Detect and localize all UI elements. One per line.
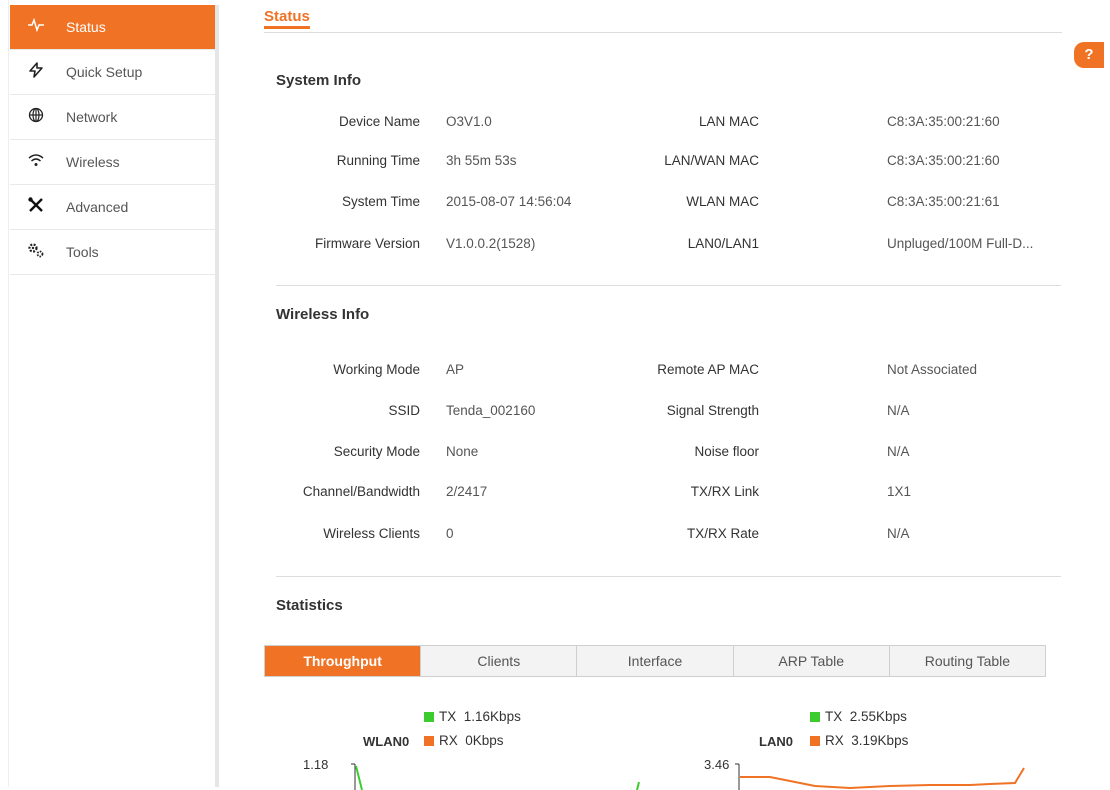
lan-wan-mac-value: C8:3A:35:00:21:60 [887, 153, 1000, 168]
rx-swatch [424, 736, 434, 746]
running-time-value: 3h 55m 53s [446, 153, 517, 168]
firmware-version-label: Firmware Version [314, 236, 420, 251]
title-divider [264, 32, 1062, 33]
sidebar-item-label: Quick Setup [66, 64, 143, 80]
remote-ap-mac-label: Remote AP MAC [657, 362, 759, 377]
sidebar-item-tools[interactable]: Tools [10, 230, 215, 275]
rx-label: RX [825, 733, 844, 748]
working-mode-value: AP [446, 362, 465, 377]
device-name-label: Device Name [338, 114, 420, 129]
security-mode-value: None [446, 444, 479, 459]
pulse-icon [26, 17, 46, 36]
bolt-icon [26, 62, 46, 82]
tx-rx-rate-value: N/A [887, 526, 910, 541]
wireless-info-title: Wireless Info [276, 306, 370, 323]
remote-ap-mac-value: Not Associated [887, 362, 978, 377]
device-name-value: O3V1.0 [446, 114, 492, 129]
wireless-clients-value: 0 [446, 526, 454, 541]
sidebar-item-label: Status [66, 19, 106, 35]
lan-mac-value: C8:3A:35:00:21:60 [887, 114, 1000, 129]
wlan-chart-name: WLAN0 [363, 734, 410, 749]
wireless-clients-label: Wireless Clients [323, 526, 420, 541]
tab-arp-table[interactable]: ARP Table [734, 646, 890, 676]
tx-rx-link-value: 1X1 [887, 484, 912, 499]
wlan-rx-legend: RX 0Kbps [424, 733, 504, 748]
running-time-label: Running Time [336, 153, 420, 168]
sidebar-item-label: Advanced [66, 199, 129, 215]
channel-bandwidth-value: 2/2417 [446, 484, 488, 499]
tools-icon [26, 196, 46, 218]
security-mode-label: Security Mode [333, 444, 420, 459]
sidebar-item-wireless[interactable]: Wireless [10, 140, 215, 185]
tab-interface[interactable]: Interface [577, 646, 734, 676]
lan-wan-mac-label: LAN/WAN MAC [664, 153, 759, 168]
system-time-label: System Time [341, 194, 420, 209]
wlan-tx-value: 1.16Kbps [463, 709, 521, 724]
lan-throughput-chart [735, 763, 1025, 790]
wlan-throughput-chart [351, 763, 640, 790]
section-divider [276, 285, 1061, 286]
noise-floor-value: N/A [887, 444, 910, 459]
sidebar-item-network[interactable]: Network [10, 95, 215, 140]
tab-clients[interactable]: Clients [421, 646, 578, 676]
wlan-mac-value: C8:3A:35:00:21:61 [887, 194, 1000, 209]
tx-label: TX [439, 709, 457, 724]
sidebar-item-label: Tools [66, 244, 99, 260]
sidebar-item-label: Wireless [66, 154, 120, 170]
gears-icon [26, 242, 46, 262]
lan-chart-name: LAN0 [759, 734, 793, 749]
statistics-tabs: Throughput Clients Interface ARP Table R… [264, 645, 1046, 677]
lan-rx-value: 3.19Kbps [851, 733, 909, 748]
section-divider [276, 576, 1061, 577]
sidebar-item-quick-setup[interactable]: Quick Setup [10, 50, 215, 95]
rx-swatch [810, 736, 820, 746]
wlan-tx-legend: TX 1.16Kbps [424, 709, 521, 724]
noise-floor-label: Noise floor [694, 444, 759, 459]
wlan-y-max-label: 1.18 [303, 757, 329, 772]
sidebar-item-status[interactable]: Status [10, 5, 215, 50]
lan-y-max-label: 3.46 [704, 757, 730, 772]
working-mode-label: Working Mode [333, 362, 420, 377]
tx-swatch [810, 712, 820, 722]
tx-swatch [424, 712, 434, 722]
lan-tx-value: 2.55Kbps [849, 709, 907, 724]
rx-label: RX [439, 733, 458, 748]
sidebar-item-label: Network [66, 109, 118, 125]
wifi-icon [26, 153, 46, 171]
globe-icon [26, 107, 46, 127]
sidebar-item-advanced[interactable]: Advanced [10, 185, 215, 230]
page-title: Status [264, 8, 310, 29]
lan-mac-label: LAN MAC [698, 114, 759, 129]
ssid-value: Tenda_002160 [446, 403, 536, 418]
lan-ports-label: LAN0/LAN1 [687, 236, 759, 251]
channel-bandwidth-label: Channel/Bandwidth [302, 484, 420, 499]
lan-rx-legend: RX 3.19Kbps [810, 733, 908, 748]
tx-rx-rate-label: TX/RX Rate [686, 526, 759, 541]
system-time-value: 2015-08-07 14:56:04 [446, 194, 572, 209]
sidebar: Status Quick Setup Network Wireless Adva… [10, 5, 219, 787]
tab-throughput[interactable]: Throughput [265, 646, 422, 676]
statistics-title: Statistics [276, 597, 343, 614]
ssid-label: SSID [388, 403, 420, 418]
lan-tx-legend: TX 2.55Kbps [810, 709, 907, 724]
firmware-version-value: V1.0.0.2(1528) [446, 236, 536, 251]
lan-ports-value: Unpluged/100M Full-D... [887, 236, 1034, 251]
tx-rx-link-label: TX/RX Link [690, 484, 759, 499]
system-info-title: System Info [276, 72, 362, 89]
signal-strength-value: N/A [887, 403, 910, 418]
tx-label: TX [825, 709, 843, 724]
wlan-rx-value: 0Kbps [465, 733, 504, 748]
main-content: Status ? System Info Device Name O3V1.0 … [264, 0, 1104, 790]
help-button[interactable]: ? [1074, 42, 1104, 68]
tab-routing-table[interactable]: Routing Table [890, 646, 1045, 676]
wlan-mac-label: WLAN MAC [686, 194, 759, 209]
left-frame-edge [0, 0, 9, 787]
signal-strength-label: Signal Strength [666, 403, 759, 418]
